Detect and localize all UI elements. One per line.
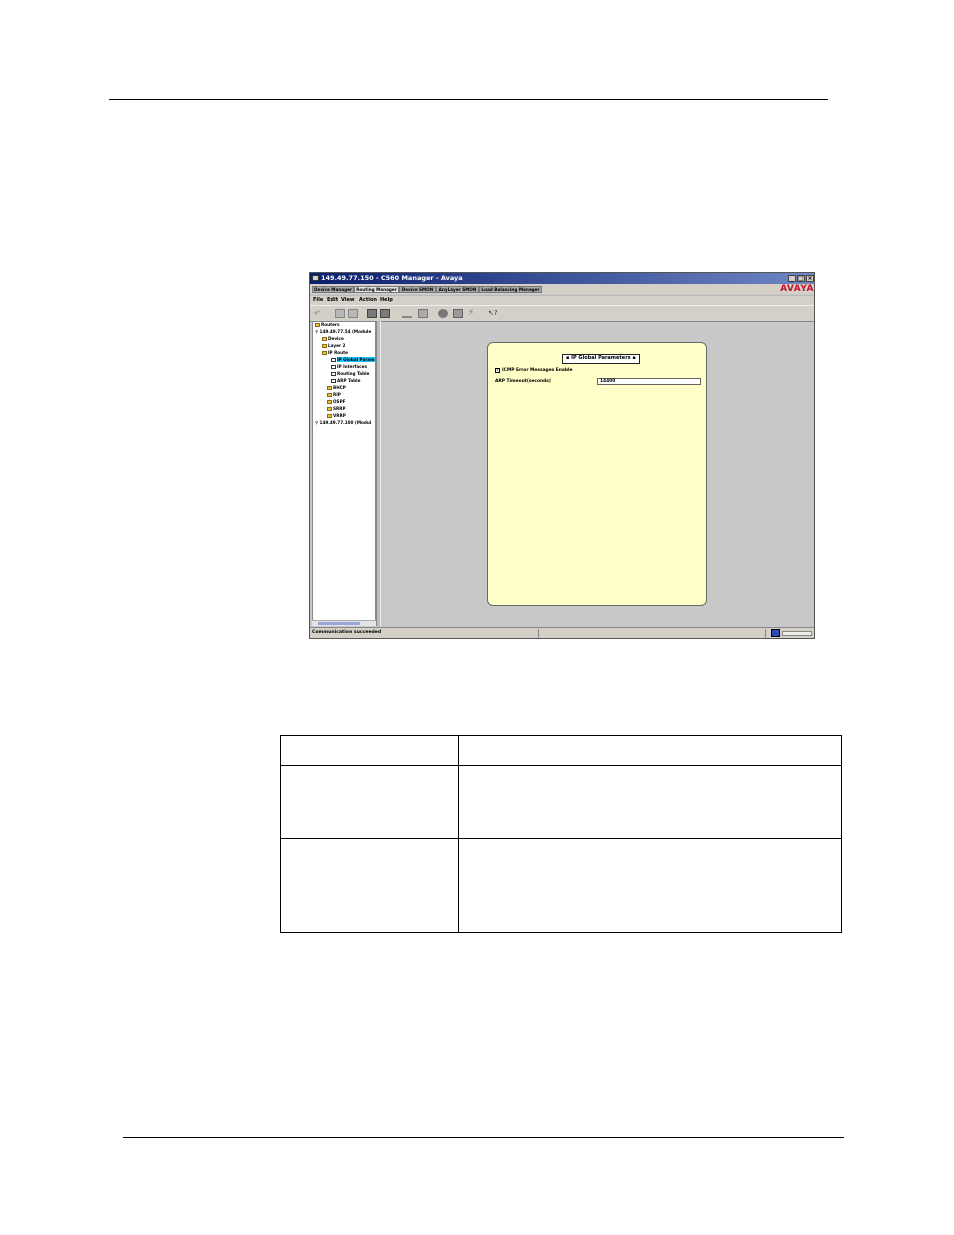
folder-icon — [327, 393, 332, 397]
manager-window: 149.49.77.150 - C560 Manager - Avaya _ □… — [309, 272, 815, 639]
title-bar: 149.49.77.150 - C560 Manager - Avaya _ □… — [310, 273, 814, 284]
tree-item-layer2[interactable]: Layer 2 — [322, 343, 345, 349]
folder-icon — [315, 323, 320, 327]
tree-item-ip-interfaces[interactable]: IP Interfaces — [331, 364, 367, 370]
expand-icon: ⚲ — [315, 420, 319, 425]
ip-global-parameters-panel: ▪ IP Global Parameters ▪ ✓ ICMP Error Me… — [487, 342, 707, 606]
status-text: Communication succeeded — [312, 630, 382, 635]
tree-item-ospf[interactable]: OSPF — [327, 399, 346, 405]
menu-view[interactable]: View — [341, 297, 355, 303]
copy-icon[interactable] — [335, 309, 345, 318]
tree-item-ip-global-param[interactable]: IP Global Param — [331, 357, 375, 363]
status-bar: Communication succeeded — [310, 627, 814, 638]
status-divider — [765, 629, 766, 638]
table-cell — [280, 765, 459, 839]
window-title: 149.49.77.150 - C560 Manager - Avaya — [321, 274, 463, 282]
view-toggle-2-icon[interactable] — [380, 309, 390, 318]
run-icon[interactable] — [453, 309, 463, 318]
computer-icon — [771, 629, 780, 637]
tab-routing-manager[interactable]: Routing Manager — [354, 286, 399, 293]
toolbar: ↶ ⚡ ↖? — [310, 305, 814, 322]
view-toggle-icon[interactable] — [367, 309, 377, 318]
tree-item-routers[interactable]: Routers — [315, 322, 339, 328]
page-icon — [331, 358, 336, 362]
wand-icon[interactable]: ⚡ — [468, 309, 478, 318]
menu-bar: File Edit View Action Help — [310, 295, 814, 305]
expand-icon: ⚲ — [315, 329, 319, 334]
tab-anylayer-smon[interactable]: AnyLayer SMON — [436, 286, 479, 293]
tree-item-rip[interactable]: RIP — [327, 392, 341, 398]
menu-file[interactable]: File — [313, 297, 323, 303]
arp-timeout-label: ARP Timeout(seconds) — [495, 379, 551, 384]
help-cursor-icon[interactable]: ↖? — [488, 309, 498, 318]
panel-title: ▪ IP Global Parameters ▪ — [562, 354, 640, 364]
tab-bar: Device Manager Routing Manager Device SM… — [310, 284, 814, 294]
menu-edit[interactable]: Edit — [327, 297, 338, 303]
tree-item-vrrp[interactable]: VRRP — [327, 413, 346, 419]
arp-timeout-input[interactable]: 14400 — [597, 378, 701, 385]
table-icon[interactable] — [402, 309, 412, 318]
table-cell — [458, 765, 842, 839]
pane-splitter[interactable] — [376, 321, 381, 626]
footer-rule — [123, 1137, 844, 1138]
table-cell — [458, 838, 842, 933]
device-tree[interactable]: Routers ⚲ 149.49.77.54 (Module Device La… — [312, 321, 376, 626]
menu-help[interactable]: Help — [380, 297, 393, 303]
folder-icon — [327, 386, 332, 390]
header-rule — [109, 99, 828, 100]
tree-item-router-54[interactable]: ⚲ 149.49.77.54 (Module — [315, 329, 371, 335]
folder-icon — [327, 414, 332, 418]
table-row — [280, 765, 842, 839]
paste-icon[interactable] — [348, 309, 358, 318]
tree-item-device[interactable]: Device — [322, 336, 344, 342]
table-cell — [458, 735, 842, 766]
page-icon — [331, 379, 336, 383]
tab-device-manager[interactable]: Device Manager — [312, 286, 354, 293]
record-icon[interactable] — [438, 309, 448, 318]
table-row — [280, 838, 842, 933]
folder-icon — [322, 337, 327, 341]
close-button[interactable]: × — [806, 275, 814, 282]
app-icon — [312, 275, 319, 281]
tab-device-smon[interactable]: Device SMON — [399, 286, 436, 293]
folder-icon — [322, 344, 327, 348]
icmp-error-label: ICMP Error Messages Enable — [502, 368, 573, 373]
document-table — [280, 735, 842, 933]
print-icon[interactable] — [418, 309, 428, 318]
progress-bar — [782, 631, 812, 636]
tree-item-router-100[interactable]: ⚲ 149.49.77.100 (Modul — [315, 420, 371, 426]
page-icon — [331, 372, 336, 376]
table-header-row — [280, 735, 842, 766]
page-icon — [331, 365, 336, 369]
tab-load-balancing-manager[interactable]: Load Balancing Manager — [479, 286, 542, 293]
table-cell — [280, 838, 459, 933]
tree-item-arp-table[interactable]: ARP Table — [331, 378, 360, 384]
scroll-thumb[interactable] — [318, 622, 360, 625]
maximize-button[interactable]: □ — [797, 275, 805, 282]
minimize-button[interactable]: _ — [788, 275, 796, 282]
status-divider — [538, 629, 539, 638]
tree-item-routing-table[interactable]: Routing Table — [331, 371, 369, 377]
menu-action[interactable]: Action — [359, 297, 377, 303]
tree-horizontal-scrollbar[interactable] — [312, 620, 376, 626]
undo-icon[interactable]: ↶ — [314, 309, 324, 318]
tree-item-srrp[interactable]: SRRP — [327, 406, 346, 412]
avaya-logo: AVAYA — [780, 284, 814, 294]
folder-icon — [327, 400, 332, 404]
icmp-error-checkbox[interactable]: ✓ — [495, 368, 500, 373]
tree-item-ip-route[interactable]: IP Route — [322, 350, 348, 356]
table-cell — [280, 735, 459, 766]
folder-icon — [327, 407, 332, 411]
folder-icon — [322, 351, 327, 355]
tree-item-bhcp[interactable]: BHCP — [327, 385, 346, 391]
